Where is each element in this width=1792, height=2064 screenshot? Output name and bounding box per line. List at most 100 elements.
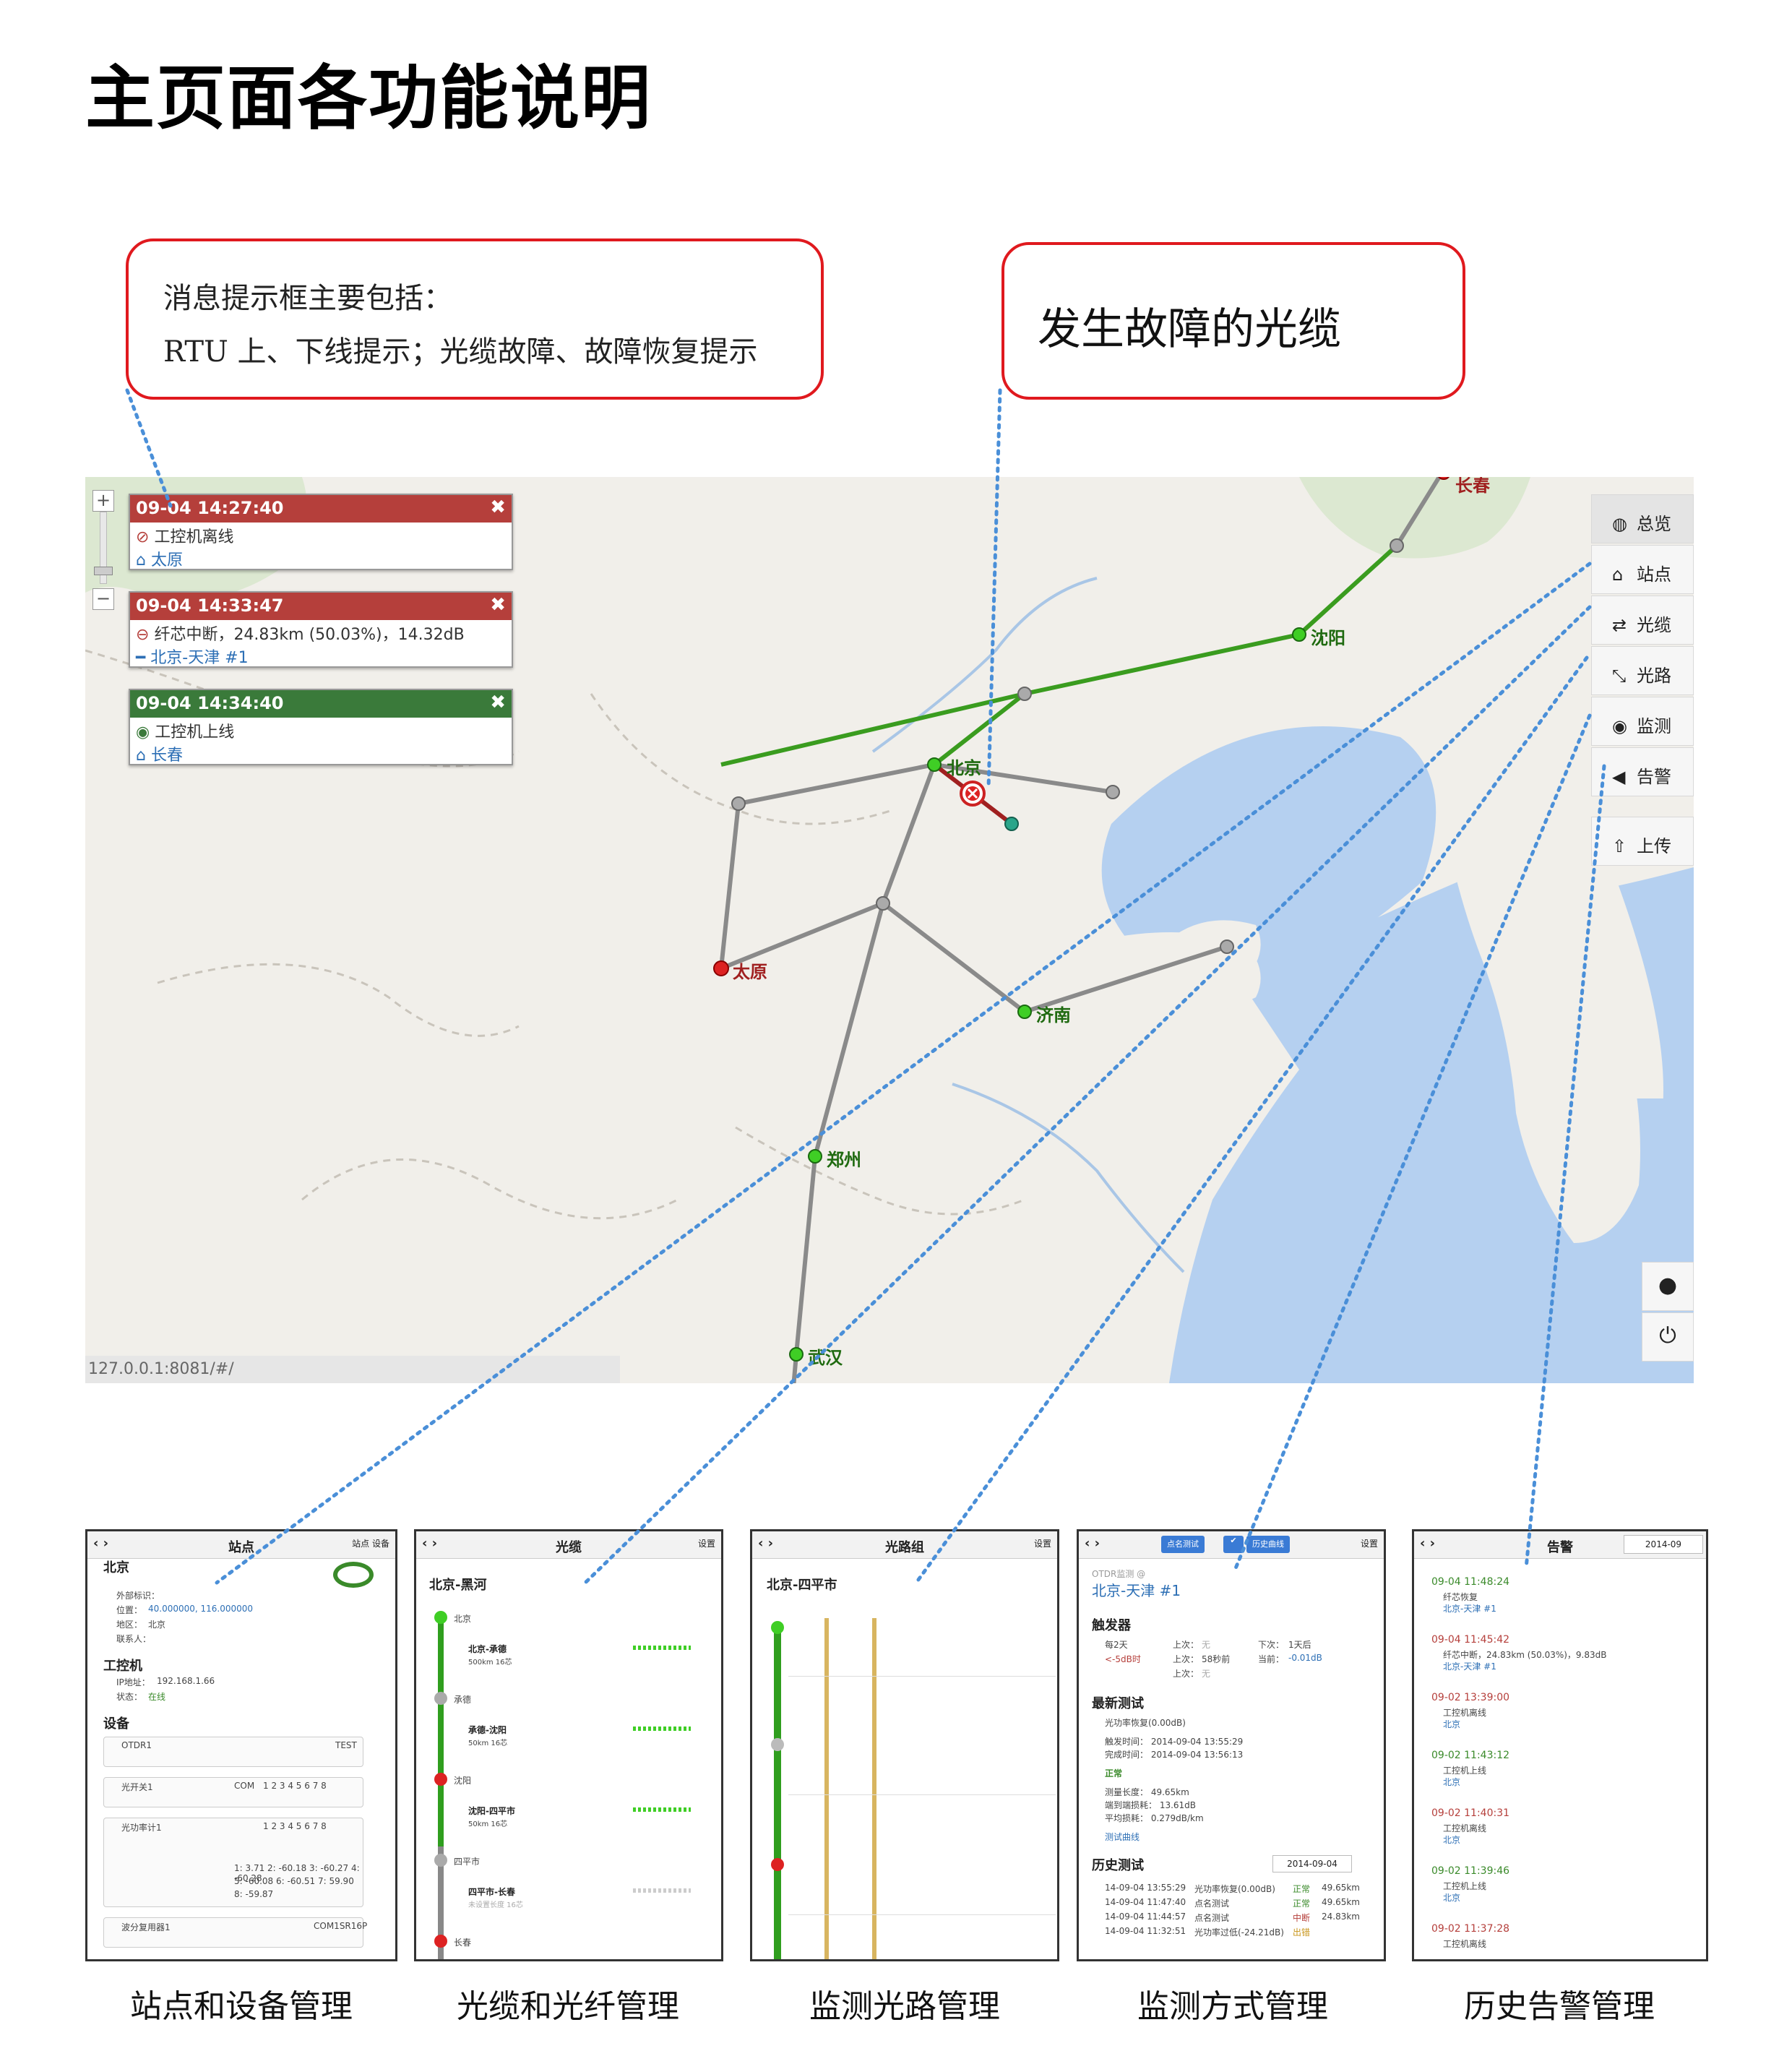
history-row-status: 正常 xyxy=(1293,1884,1311,1894)
history-curve-button[interactable]: 历史曲线 xyxy=(1246,1536,1290,1553)
alarm-where[interactable]: 北京 xyxy=(1443,1776,1460,1788)
toast-header: 09-04 14:27:40 ✖ xyxy=(130,495,512,523)
alarm-time: 09-02 13:39:00 xyxy=(1431,1692,1510,1703)
cloud-upload-icon: ⇧ xyxy=(1612,836,1627,856)
history-row-time: 14-09-04 13:55:29 xyxy=(1105,1883,1186,1893)
segment-name[interactable]: 北京-承德 xyxy=(468,1643,507,1655)
power-icon: ⏻ xyxy=(1659,1323,1676,1349)
position-value[interactable]: 40.000000, 116.000000 xyxy=(148,1604,253,1614)
history-row-what[interactable]: 点名测试 xyxy=(1194,1912,1229,1924)
toast-target[interactable]: 长春 xyxy=(151,747,183,765)
alarm-where[interactable]: 北京 xyxy=(1443,1718,1460,1730)
device-name: 波分复用器1 xyxy=(121,1922,171,1932)
current-value: -0.01dB xyxy=(1288,1653,1322,1663)
history-row-what[interactable]: 光功率恢复(0.00dB) xyxy=(1194,1883,1275,1895)
toast-target[interactable]: 北京-天津 #1 xyxy=(150,649,248,667)
monitor-route-name[interactable]: 北京-天津 #1 xyxy=(1092,1579,1181,1600)
device-otdr[interactable]: OTDR1 TEST xyxy=(103,1737,363,1767)
alarm-time: 09-04 11:48:24 xyxy=(1431,1576,1510,1588)
settings-button[interactable]: 设置 xyxy=(698,1537,715,1549)
station-dot[interactable] xyxy=(434,1854,447,1867)
toolbar[interactable]: 站点 设备 xyxy=(352,1537,389,1549)
station-dot[interactable] xyxy=(434,1935,447,1948)
zoom-slider-handle[interactable] xyxy=(94,567,113,575)
thumbs-up-button[interactable]: ✔ xyxy=(1223,1536,1244,1553)
station-dot[interactable] xyxy=(771,1858,784,1871)
nav-station[interactable]: ⌂ 站点 xyxy=(1591,545,1694,594)
user-button[interactable]: ● xyxy=(1642,1262,1694,1311)
next-value: 1天后 xyxy=(1288,1640,1311,1650)
next-label: 下次： xyxy=(1258,1640,1285,1650)
roll-call-test-button[interactable]: 点名测试 xyxy=(1161,1536,1205,1553)
station-label: 四平市 xyxy=(454,1857,481,1867)
settings-button[interactable]: 设置 xyxy=(1034,1537,1051,1549)
power-button[interactable]: ⏻ xyxy=(1642,1312,1694,1362)
nav-route[interactable]: ⤡ 光路 xyxy=(1591,646,1694,695)
nav-cable[interactable]: ⇄ 光缆 xyxy=(1591,595,1694,645)
alarm-where[interactable]: 北京 xyxy=(1443,1833,1460,1846)
route-bar-1 xyxy=(824,1618,829,1959)
station-dot[interactable] xyxy=(771,1621,784,1634)
city-label-beijing: 北京 xyxy=(947,758,981,778)
device-switch[interactable]: 光开关1 COM 1 2 3 4 5 6 7 8 xyxy=(103,1777,363,1807)
history-row-what[interactable]: 点名测试 xyxy=(1194,1897,1229,1909)
settings-button[interactable]: 设置 xyxy=(1361,1537,1378,1549)
zoom-out-button[interactable]: − xyxy=(92,588,114,610)
history-date-input[interactable]: 2014-09-04 xyxy=(1272,1855,1352,1872)
nav-overview[interactable]: ◍ 总览 xyxy=(1591,494,1694,543)
position-label: 位置： xyxy=(116,1605,143,1615)
segment-spec: 50km 16芯 xyxy=(468,1740,508,1747)
close-icon[interactable]: ✖ xyxy=(490,594,506,616)
trigger-time: 触发时间： 2014-09-04 13:55:29 xyxy=(1105,1737,1244,1747)
nav-alarm[interactable]: ◀ 告警 xyxy=(1591,747,1694,796)
avg-loss: 平均损耗： 0.279dB/km xyxy=(1105,1813,1204,1823)
shandong-peninsula xyxy=(1103,932,1261,1017)
node-chengde xyxy=(1017,687,1032,701)
device-name: OTDR1 xyxy=(121,1740,152,1750)
device-wdm[interactable]: 波分复用器1 COM1SR16P xyxy=(103,1917,367,1948)
station-dot[interactable] xyxy=(434,1611,447,1624)
close-icon[interactable]: ✖ xyxy=(490,496,506,518)
route-bar-main xyxy=(774,1625,781,1959)
device-power-meter[interactable]: 光功率计1 1 2 3 4 5 6 7 8 1: 3.71 2: -60.18 3:… xyxy=(103,1818,363,1907)
nav-arrows[interactable]: ‹ › xyxy=(1085,1536,1100,1551)
alarm-what: 工控机离线 xyxy=(1443,1939,1487,1949)
segment-name[interactable]: 沈阳-四平市 xyxy=(468,1805,515,1817)
node-beijing xyxy=(927,757,942,772)
caption-alarm: 历史告警管理 xyxy=(1464,1988,1655,2025)
caption-route: 监测光路管理 xyxy=(809,1988,1000,2025)
segment-name[interactable]: 承德-沈阳 xyxy=(468,1724,507,1736)
station-dot[interactable] xyxy=(434,1692,447,1705)
latest-heading: 最新测试 xyxy=(1092,1696,1144,1711)
history-row-what[interactable]: 光功率过低(-24.21dB) xyxy=(1194,1926,1284,1938)
ip-label: IP地址： xyxy=(116,1677,150,1687)
state-label: 状态： xyxy=(116,1692,143,1702)
bullhorn-icon: ◀ xyxy=(1612,767,1626,787)
home-icon: ⌂ xyxy=(1612,564,1624,585)
zoom-in-button[interactable]: + xyxy=(92,490,114,512)
minus-circle-icon: ⊖ xyxy=(136,626,155,644)
alarm-where[interactable]: 北京 xyxy=(1443,1891,1460,1904)
node-east xyxy=(1106,785,1120,799)
alarm-where[interactable]: 北京-天津 #1 xyxy=(1443,1660,1496,1672)
alarm-where[interactable]: 北京-天津 #1 xyxy=(1443,1602,1496,1614)
panel-alarm: ‹ › 告警 2014-09 09-04 11:48:24 纤芯恢复 北京-天津 … xyxy=(1412,1529,1708,1961)
month-picker[interactable]: 2014-09 xyxy=(1624,1535,1703,1554)
com-label: COM1SR16P xyxy=(314,1921,368,1931)
station-dot[interactable] xyxy=(771,1738,784,1751)
toast-target[interactable]: 太原 xyxy=(151,551,183,569)
segment-name[interactable]: 四平市-长春 xyxy=(468,1885,515,1898)
nav-upload[interactable]: ⇧ 上传 xyxy=(1591,817,1694,866)
cable-icon: ━ xyxy=(136,649,151,667)
history-row-length: 24.83km xyxy=(1322,1912,1360,1922)
station-dot[interactable] xyxy=(434,1773,447,1786)
nav-monitor[interactable]: ◉ 监测 xyxy=(1591,697,1694,746)
alarm-time: 09-02 11:39:46 xyxy=(1431,1865,1510,1877)
toast-fiber-break: 09-04 14:33:47 ✖ ⊖ 纤芯中断，24.83km (50.03%)，… xyxy=(129,591,513,668)
close-icon[interactable]: ✖ xyxy=(490,692,506,713)
last-label: 上次： xyxy=(1173,1669,1199,1679)
user-icon: ● xyxy=(1658,1273,1678,1298)
test-curve-link[interactable]: 测试曲线 xyxy=(1105,1831,1140,1843)
device-badge: TEST xyxy=(335,1740,357,1750)
panel-title: 站点 xyxy=(228,1540,254,1555)
